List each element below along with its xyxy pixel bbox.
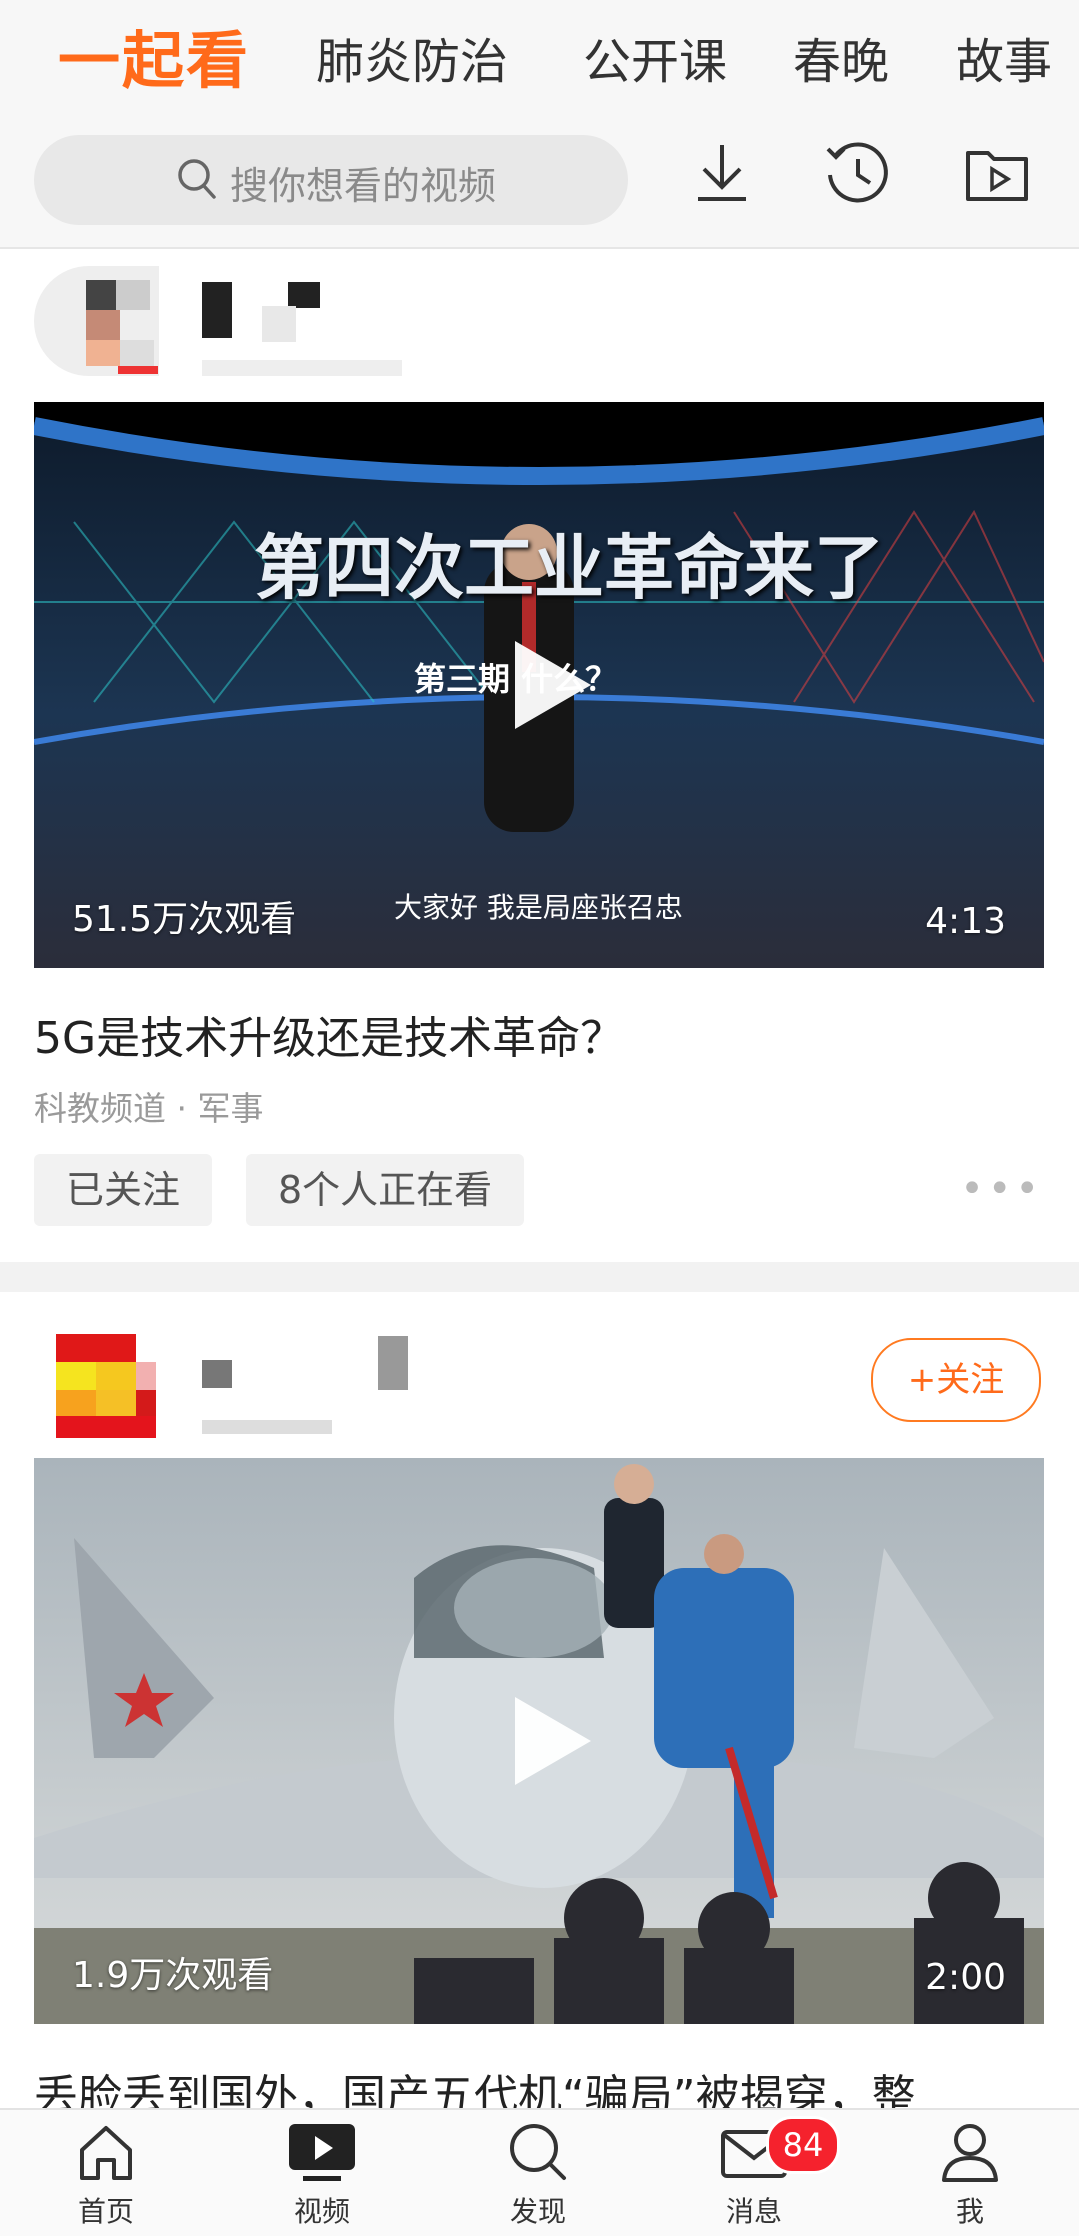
video-title[interactable]: 5G是技术升级还是技术革命？ bbox=[34, 1002, 624, 1066]
search-icon bbox=[176, 157, 218, 207]
search-row: 搜你想看的视频 bbox=[0, 105, 1079, 249]
followed-button[interactable]: 已关注 bbox=[34, 1154, 213, 1226]
view-count: 51.5万次观看 bbox=[72, 899, 297, 940]
unread-badge: 84 bbox=[766, 2116, 840, 2174]
video-meta: 科教频道 · 军事 bbox=[34, 1089, 264, 1128]
nav-home[interactable]: 首页 bbox=[36, 2120, 176, 2230]
tab-stories[interactable]: 故事 bbox=[956, 22, 1052, 92]
search-input[interactable]: 搜你想看的视频 bbox=[34, 135, 628, 225]
search-placeholder: 搜你想看的视频 bbox=[230, 164, 497, 208]
author-name-blur-2 bbox=[378, 1336, 408, 1390]
history-icon[interactable] bbox=[822, 141, 892, 211]
author-name-blur-3 bbox=[262, 306, 296, 342]
brand-tab[interactable]: 一起看 bbox=[58, 10, 250, 100]
profile-icon bbox=[942, 2124, 998, 2182]
nav-discover[interactable]: 发现 bbox=[468, 2120, 608, 2230]
tab-open-course[interactable]: 公开课 bbox=[583, 22, 727, 92]
nav-profile-label: 我 bbox=[955, 2195, 984, 2228]
video-thumbnail-2[interactable]: 1.9万次观看 2:00 bbox=[34, 1458, 1044, 2024]
card-separator bbox=[0, 1262, 1079, 1292]
nav-messages[interactable]: 84 消息 bbox=[684, 2116, 840, 2230]
nav-video[interactable]: 视频 bbox=[252, 2120, 392, 2230]
home-icon bbox=[80, 2126, 132, 2180]
video-duration: 4:13 bbox=[925, 901, 1006, 942]
video-thumbnail[interactable]: 第四次工业革命来了 第三期 什么？ 51.5万次观看 大家好 我是局座张召忠 4… bbox=[34, 402, 1044, 968]
play-icon[interactable] bbox=[515, 641, 591, 729]
download-icon[interactable] bbox=[692, 141, 752, 209]
top-tab-bar: 一起看 肺炎防治 公开课 春晚 故事 bbox=[0, 0, 1079, 105]
bottom-nav-bar: 首页 视频 发现 84 消息 我 bbox=[0, 2108, 1079, 2236]
view-count: 1.9万次观看 bbox=[72, 1955, 274, 1996]
play-icon[interactable] bbox=[515, 1697, 591, 1785]
discover-icon bbox=[510, 2124, 566, 2180]
watching-count-chip: 8个人正在看 bbox=[246, 1154, 525, 1226]
follow-button[interactable]: +关注 bbox=[871, 1338, 1041, 1422]
tab-pneumonia[interactable]: 肺炎防治 bbox=[316, 22, 508, 92]
nav-home-label: 首页 bbox=[77, 2195, 134, 2228]
nav-video-label: 视频 bbox=[293, 2195, 350, 2228]
nav-discover-label: 发现 bbox=[509, 2195, 566, 2228]
author-avatar-2[interactable] bbox=[34, 1330, 159, 1440]
video-folder-icon[interactable] bbox=[964, 141, 1030, 209]
nav-profile[interactable]: 我 bbox=[900, 2120, 1040, 2230]
thumbnail-overlay-title: 第四次工业革命来了 bbox=[254, 527, 884, 609]
nav-messages-label: 消息 bbox=[725, 2195, 782, 2228]
author-name-blur-2 bbox=[288, 282, 320, 308]
author-name-blur bbox=[202, 282, 232, 338]
author-subtitle-blur bbox=[202, 1420, 332, 1434]
more-options-icon[interactable]: ••• bbox=[960, 1166, 1043, 1212]
video-icon bbox=[289, 2124, 355, 2181]
author-subtitle-blur bbox=[202, 360, 402, 376]
video-subtitle-caption: 大家好 我是局座张召忠 bbox=[394, 891, 683, 924]
video-duration: 2:00 bbox=[925, 1957, 1006, 1998]
author-avatar[interactable] bbox=[34, 266, 159, 376]
author-name-blur bbox=[202, 1360, 232, 1388]
tab-spring-gala[interactable]: 春晚 bbox=[793, 22, 889, 92]
